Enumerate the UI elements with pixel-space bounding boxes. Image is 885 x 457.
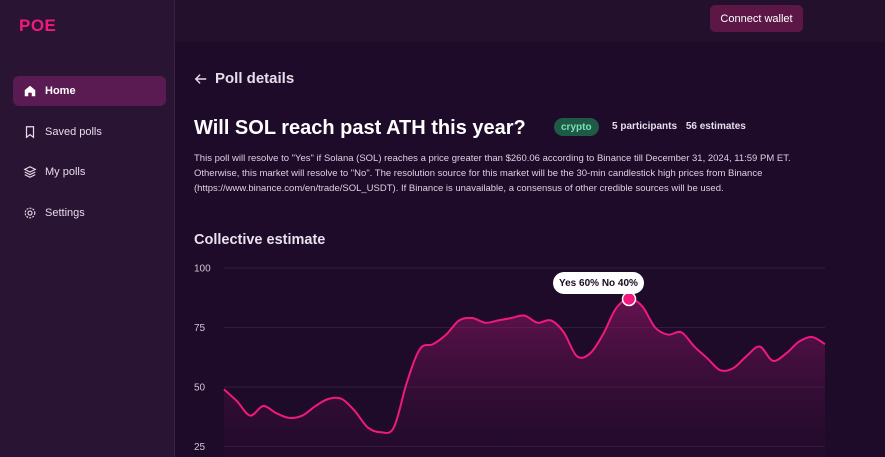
data-point[interactable]: [274, 411, 278, 415]
data-point[interactable]: [614, 306, 618, 310]
poll-title: Will SOL reach past ATH this year?: [194, 117, 526, 139]
data-point[interactable]: [340, 397, 344, 401]
chart-title: Collective estimate: [194, 232, 326, 248]
main-content: Poll details Will SOL reach past ATH thi…: [175, 42, 885, 457]
data-point[interactable]: [313, 404, 317, 408]
series-area: [224, 298, 825, 457]
data-point[interactable]: [248, 414, 252, 418]
participants-count: 5 participants: [612, 121, 678, 132]
top-bar: Connect wallet: [175, 0, 885, 43]
y-tick-label: 50: [194, 383, 206, 394]
home-icon: [23, 84, 37, 98]
data-point[interactable]: [810, 335, 814, 339]
data-point[interactable]: [470, 316, 474, 320]
sidebar-item-label: Home: [45, 85, 76, 97]
layers-icon: [23, 165, 37, 179]
data-point[interactable]: [366, 425, 370, 429]
data-point[interactable]: [588, 352, 592, 356]
data-point[interactable]: [523, 314, 527, 318]
app-logo: POE: [19, 16, 57, 35]
sidebar-item-home[interactable]: Home: [13, 76, 166, 106]
chart-tooltip: Yes 60% No 40%: [553, 272, 644, 294]
y-tick-label: 100: [194, 264, 211, 275]
data-point[interactable]: [758, 345, 762, 349]
data-point[interactable]: [235, 399, 239, 403]
data-point[interactable]: [797, 340, 801, 344]
data-point[interactable]: [549, 318, 553, 322]
sidebar: POE Home Saved polls My polls Settings: [0, 0, 175, 457]
data-point[interactable]: [745, 354, 749, 358]
back-label: Poll details: [215, 70, 295, 87]
sidebar-item-my-polls[interactable]: My polls: [13, 157, 166, 187]
connect-wallet-button[interactable]: Connect wallet: [710, 5, 803, 32]
sidebar-item-label: My polls: [45, 166, 86, 178]
data-point[interactable]: [640, 304, 644, 308]
data-point[interactable]: [705, 356, 709, 360]
estimates-count: 56 estimates: [685, 121, 746, 132]
data-point[interactable]: [653, 326, 657, 330]
sidebar-item-label: Settings: [45, 206, 85, 219]
data-point[interactable]: [771, 359, 775, 363]
data-point[interactable]: [379, 430, 383, 434]
data-point[interactable]: [679, 330, 683, 334]
data-point[interactable]: [601, 333, 605, 337]
y-tick-label: 25: [194, 442, 206, 453]
bookmark-icon: [23, 125, 37, 139]
poll-meta: 5 participants 56 estimates: [612, 121, 752, 132]
poll-description: This poll will resolve to "Yes" if Solan…: [194, 153, 791, 195]
data-point[interactable]: [222, 387, 226, 391]
data-point[interactable]: [718, 368, 722, 372]
data-point[interactable]: [392, 425, 396, 429]
data-point[interactable]: [575, 354, 579, 358]
data-point[interactable]: [784, 352, 788, 356]
sidebar-item-label: Saved polls: [45, 125, 102, 138]
sidebar-nav: Home Saved polls My polls Settings: [13, 76, 166, 238]
data-point[interactable]: [562, 330, 566, 334]
data-point[interactable]: [405, 380, 409, 384]
data-point[interactable]: [823, 342, 827, 346]
data-point[interactable]: [418, 347, 422, 351]
estimate-chart: 100 75 50 25: [194, 264, 827, 457]
data-point[interactable]: [261, 404, 265, 408]
highlight-point[interactable]: [621, 291, 637, 307]
category-tag[interactable]: crypto: [554, 118, 599, 136]
data-point[interactable]: [457, 318, 461, 322]
data-point[interactable]: [444, 333, 448, 337]
sidebar-item-settings[interactable]: Settings: [13, 198, 166, 228]
data-point[interactable]: [287, 416, 291, 420]
data-point[interactable]: [536, 321, 540, 325]
gear-icon: [23, 206, 37, 220]
arrow-left-icon: [194, 73, 207, 84]
data-point[interactable]: [300, 414, 304, 418]
data-point[interactable]: [327, 397, 331, 401]
data-point[interactable]: [666, 333, 670, 337]
data-point[interactable]: [732, 366, 736, 370]
sidebar-item-saved-polls[interactable]: Saved polls: [13, 117, 166, 147]
data-point[interactable]: [692, 345, 696, 349]
data-point[interactable]: [431, 342, 435, 346]
data-point[interactable]: [509, 316, 513, 320]
data-point[interactable]: [496, 318, 500, 322]
data-point[interactable]: [353, 409, 357, 413]
data-point[interactable]: [483, 321, 487, 325]
back-link[interactable]: Poll details: [194, 70, 294, 87]
y-tick-label: 75: [194, 323, 206, 334]
